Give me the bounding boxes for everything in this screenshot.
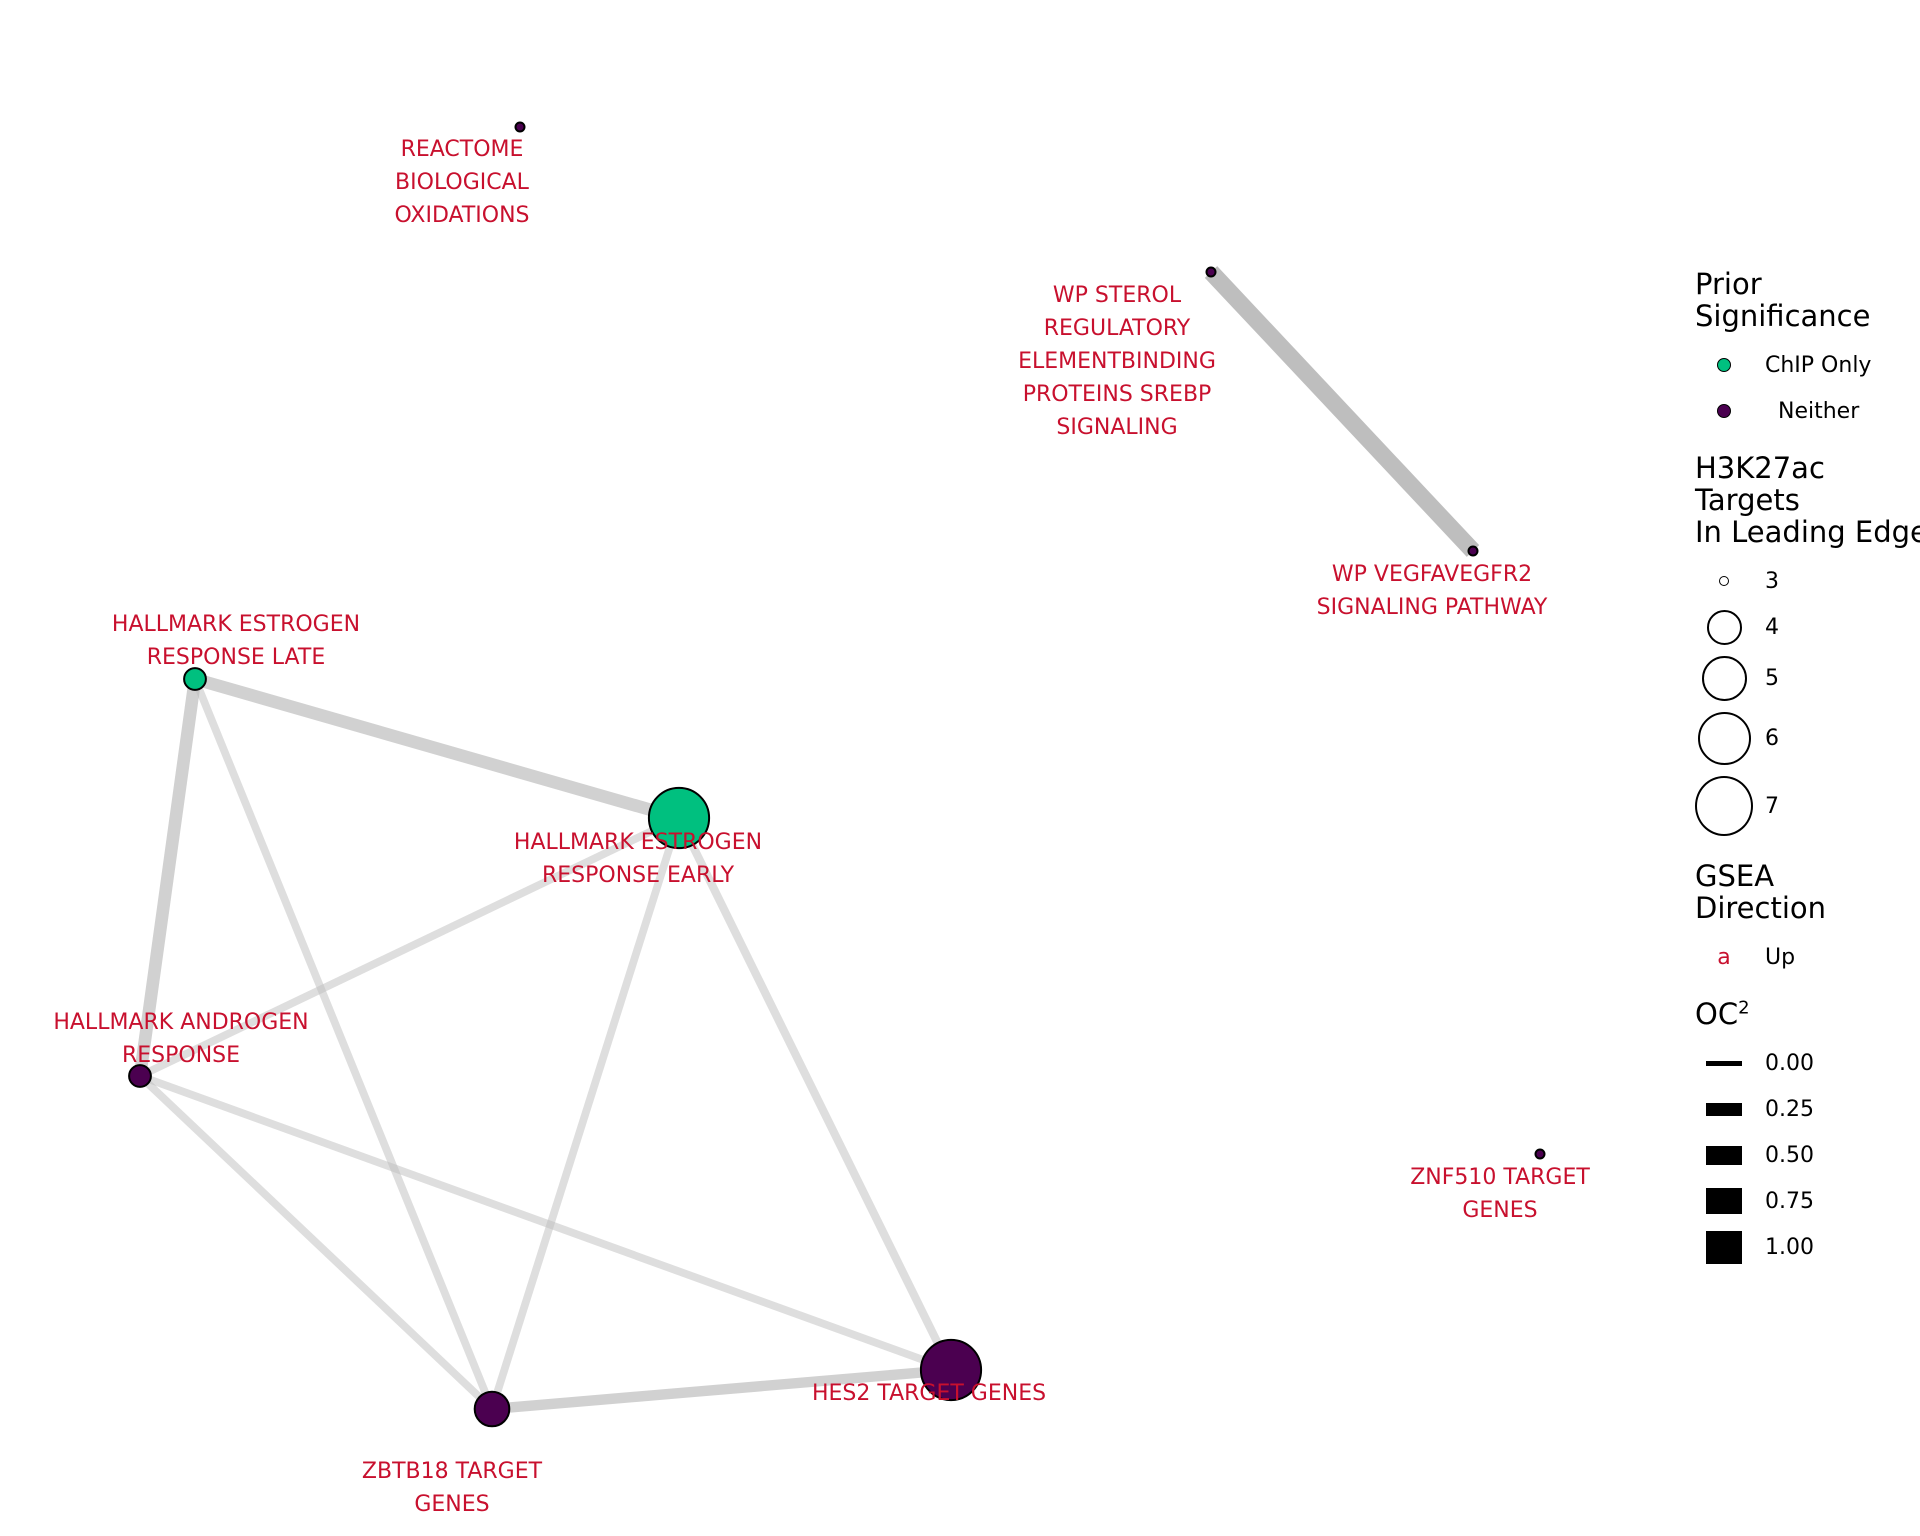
legend-label: ChIP Only — [1765, 352, 1872, 378]
legend-title-h3k27ac: H3K27ac Targets In Leading Edge — [1695, 451, 1920, 549]
node-label-androgen: HALLMARK ANDROGEN RESPONSE — [53, 1010, 308, 1068]
edge-wp_sterol-wp_vegf — [1204, 266, 1480, 557]
node-label-znf510: ZNF510 TARGET GENES — [1410, 1165, 1590, 1223]
size-circle-icon — [1695, 776, 1753, 836]
label-line: ZBTB18 TARGET — [362, 1459, 543, 1484]
edge-width-icon — [1706, 1188, 1742, 1214]
legend-item-size-4: 4 — [1695, 604, 1920, 650]
legend-prior-significance: Prior Significance ChIP Only Neither — [1695, 268, 1920, 434]
network-graph: REACTOME BIOLOGICAL OXIDATIONS WP STEROL REG… — [53, 121, 1590, 1517]
legend-label: 0.00 — [1765, 1050, 1814, 1076]
label-line: RESPONSE LATE — [147, 645, 326, 670]
legend-label: Up — [1765, 944, 1796, 970]
labels-layer: REACTOME BIOLOGICAL OXIDATIONS WP STEROL REG… — [53, 137, 1590, 1517]
label-line: GENES — [414, 1492, 489, 1517]
legend-item-size-7: 7 — [1695, 770, 1920, 842]
size-circle-icon — [1719, 576, 1729, 586]
label-line: WP VEGFAVEGFR2 — [1332, 562, 1532, 587]
node-androgen[interactable] — [128, 1064, 152, 1088]
legend-item-oc2-0: 0.00 — [1695, 1040, 1920, 1086]
legend-item-chip-only: ChIP Only — [1695, 342, 1920, 388]
node-label-estrogen_late: HALLMARK ESTROGEN RESPONSE LATE — [112, 612, 360, 670]
text-key-icon: a — [1717, 944, 1731, 970]
legend-label: 7 — [1765, 793, 1779, 819]
edges-layer — [133, 266, 1480, 1415]
edge-estrogen_early-zbtb18 — [488, 816, 683, 1411]
edge-estrogen_early-androgen — [138, 814, 681, 1080]
label-line: RESPONSE EARLY — [542, 863, 735, 888]
node-label-estrogen_early: HALLMARK ESTROGEN RESPONSE EARLY — [514, 830, 762, 888]
node-label-zbtb18: ZBTB18 TARGET GENES — [362, 1459, 543, 1517]
label-line: WP STEROL — [1053, 283, 1182, 308]
label-line: PROTEINS SREBP — [1023, 382, 1212, 407]
legend-label: 0.50 — [1765, 1142, 1814, 1168]
legend-label: 4 — [1765, 614, 1779, 640]
chip-only-dot-icon — [1717, 358, 1731, 372]
node-zbtb18[interactable] — [473, 1390, 511, 1428]
legend-label: 0.25 — [1765, 1096, 1814, 1122]
legend-item-oc2-025: 0.25 — [1695, 1086, 1920, 1132]
edge-estrogen_late-estrogen_early — [193, 672, 681, 825]
size-circle-icon — [1706, 609, 1742, 645]
legend-title-prior-significance: Prior Significance — [1695, 267, 1871, 333]
node-reactome_bio_ox[interactable] — [514, 121, 526, 133]
node-label-wp_sterol: WP STEROL REGULATORY ELEMENTBINDING PROTEIN… — [1018, 283, 1216, 440]
label-line: GENES — [1462, 1198, 1537, 1223]
label-line: HALLMARK ANDROGEN — [53, 1010, 308, 1035]
edge-width-icon — [1706, 1145, 1742, 1165]
label-line: ELEMENTBINDING — [1018, 349, 1216, 374]
edge-width-icon — [1706, 1230, 1742, 1264]
legend-item-oc2-050: 0.50 — [1695, 1132, 1920, 1178]
legend-gsea-direction: GSEA Direction a Up — [1695, 860, 1920, 980]
legend-label: 5 — [1765, 665, 1779, 691]
label-line: HALLMARK ESTROGEN — [514, 830, 762, 855]
legend-label: 3 — [1765, 568, 1779, 594]
legend-item-size-3: 3 — [1695, 558, 1920, 604]
legend-item-oc2-075: 0.75 — [1695, 1178, 1920, 1224]
node-znf510[interactable] — [1534, 1148, 1546, 1160]
legend-item-neither: Neither — [1695, 388, 1920, 434]
label-line: RESPONSE — [122, 1043, 240, 1068]
label-line: REGULATORY — [1044, 316, 1191, 341]
node-estrogen_late[interactable] — [183, 667, 207, 691]
legend-label: 6 — [1765, 725, 1779, 751]
label-line: ZNF510 TARGET — [1410, 1165, 1590, 1190]
label-line: HALLMARK ESTROGEN — [112, 612, 360, 637]
edge-width-icon — [1706, 1060, 1742, 1066]
label-line: REACTOME — [401, 137, 524, 162]
edge-androgen-zbtb18 — [137, 1073, 495, 1412]
node-label-hes2: HES2 TARGET GENES — [812, 1381, 1046, 1406]
legend-title-gsea-direction: GSEA Direction — [1695, 859, 1827, 925]
label-line: SIGNALING — [1056, 415, 1177, 440]
legend-label: 0.75 — [1765, 1188, 1814, 1214]
label-line: OXIDATIONS — [394, 203, 529, 228]
node-wp_sterol[interactable] — [1205, 266, 1217, 278]
edge-width-icon — [1706, 1102, 1742, 1116]
node-label-reactome_bio_ox: REACTOME BIOLOGICAL OXIDATIONS — [394, 137, 529, 228]
size-circle-icon — [1697, 711, 1751, 765]
legend-item-size-5: 5 — [1695, 650, 1920, 706]
legend: Prior Significance ChIP Only Neither H3K… — [1695, 268, 1920, 1288]
size-circle-icon — [1701, 655, 1747, 701]
legend-title-oc2: OC2 — [1695, 997, 1750, 1031]
legend-item-up: a Up — [1695, 934, 1920, 980]
label-line: BIOLOGICAL — [395, 170, 530, 195]
legend-oc2: OC2 0.00 0.25 0.50 0.75 1.00 — [1695, 998, 1920, 1270]
legend-h3k27ac: H3K27ac Targets In Leading Edge 3 4 5 6 … — [1695, 452, 1920, 842]
node-label-wp_vegf: WP VEGFAVEGFR2 SIGNALING PATHWAY — [1317, 562, 1548, 620]
legend-label: Neither — [1778, 398, 1860, 424]
legend-item-oc2-1: 1.00 — [1695, 1224, 1920, 1270]
label-line: SIGNALING PATHWAY — [1317, 595, 1548, 620]
node-wp_vegf[interactable] — [1467, 545, 1479, 557]
nodes-layer — [128, 121, 1546, 1428]
label-line: HES2 TARGET GENES — [812, 1381, 1046, 1406]
legend-label: 1.00 — [1765, 1234, 1814, 1260]
neither-dot-icon — [1717, 404, 1731, 418]
legend-item-size-6: 6 — [1695, 706, 1920, 770]
